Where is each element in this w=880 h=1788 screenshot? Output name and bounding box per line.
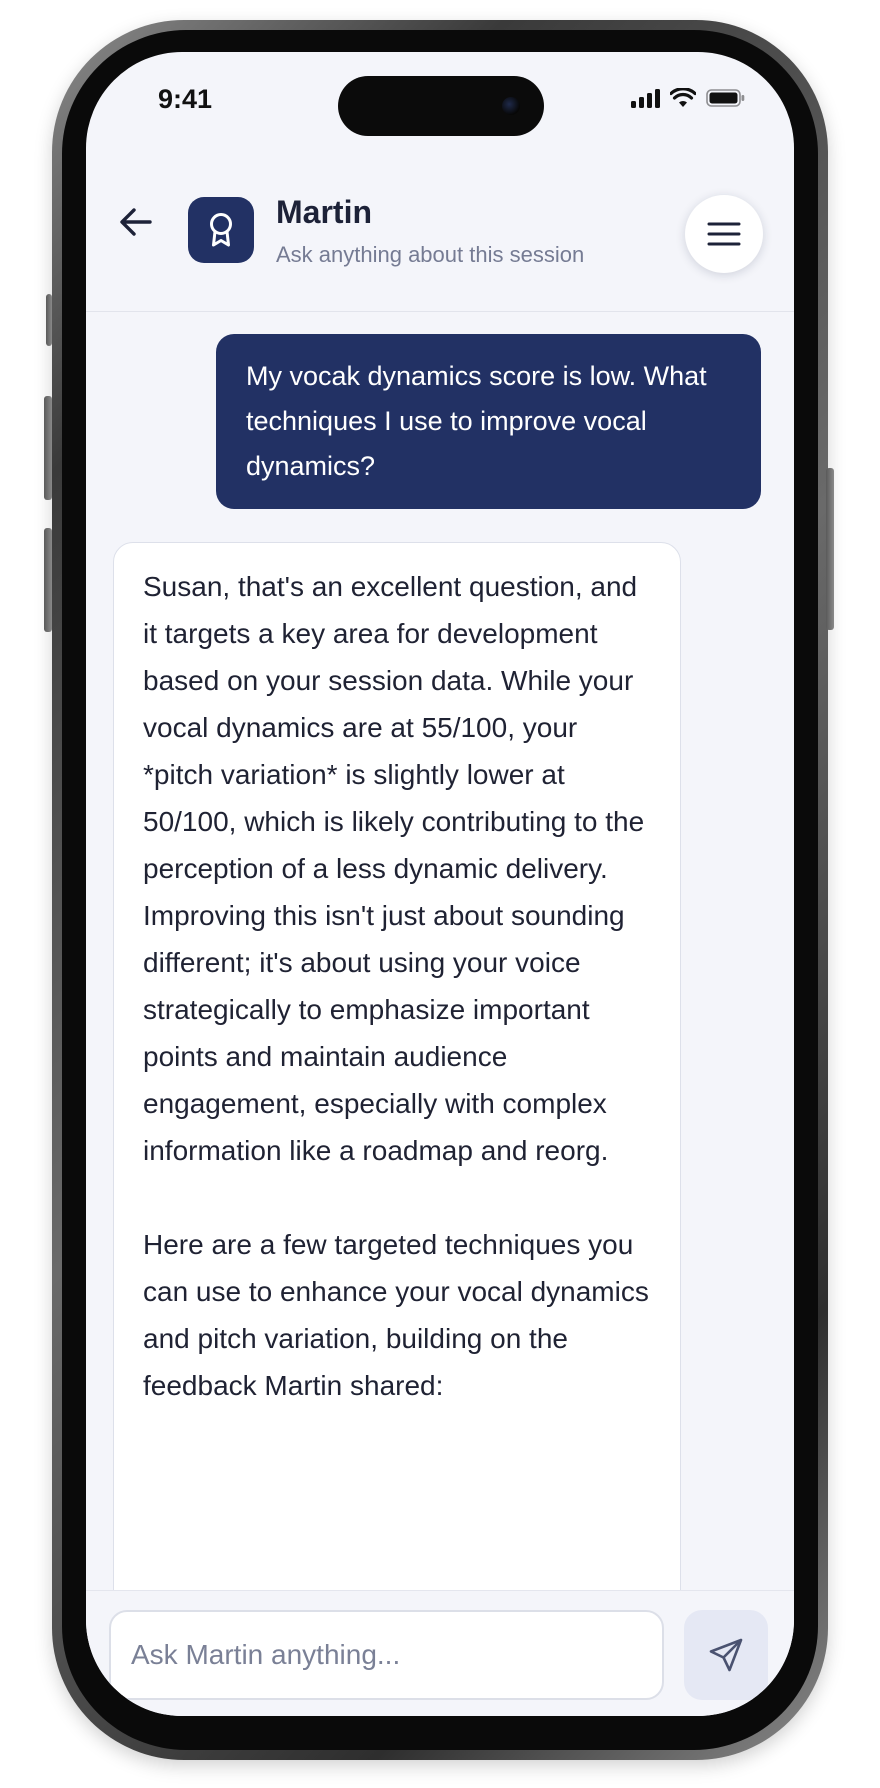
arrow-left-icon [120, 208, 152, 236]
chat-header: Martin Ask anything about this session [86, 152, 794, 312]
chat-title: Martin [276, 194, 372, 230]
chat-subtitle: Ask anything about this session [276, 242, 585, 267]
back-button[interactable] [114, 200, 158, 244]
status-bar: 9:41 [86, 52, 794, 152]
status-icons [631, 88, 746, 108]
assistant-message: Susan, that's an excellent question, and… [113, 542, 681, 1590]
award-ribbon-icon [210, 213, 232, 247]
battery-icon [706, 89, 745, 107]
coach-avatar [188, 197, 254, 263]
status-time: 9:41 [158, 84, 213, 114]
wifi-icon [670, 88, 696, 107]
user-message: My vocak dynamics score is low. What tec… [216, 334, 761, 509]
app-screen: 9:41 Martin Ask anything about this sess… [86, 52, 794, 1716]
assistant-paragraph: Here are a few targeted techniques you c… [143, 1229, 649, 1401]
menu-button[interactable] [685, 195, 763, 273]
message-list[interactable]: My vocak dynamics score is low. What tec… [86, 312, 794, 1590]
power-button [826, 468, 834, 630]
hamburger-menu-icon [707, 222, 741, 246]
action-button [46, 294, 52, 346]
volume-down-button [44, 528, 52, 632]
dynamic-island [338, 76, 544, 136]
composer-bar [86, 1590, 794, 1716]
message-input[interactable] [109, 1610, 664, 1700]
send-icon [709, 1638, 743, 1672]
cellular-signal-icon [631, 88, 660, 108]
assistant-paragraph: Susan, that's an excellent question, and… [143, 571, 645, 1166]
volume-up-button [44, 396, 52, 500]
front-camera [502, 97, 520, 115]
send-button[interactable] [684, 1610, 768, 1700]
